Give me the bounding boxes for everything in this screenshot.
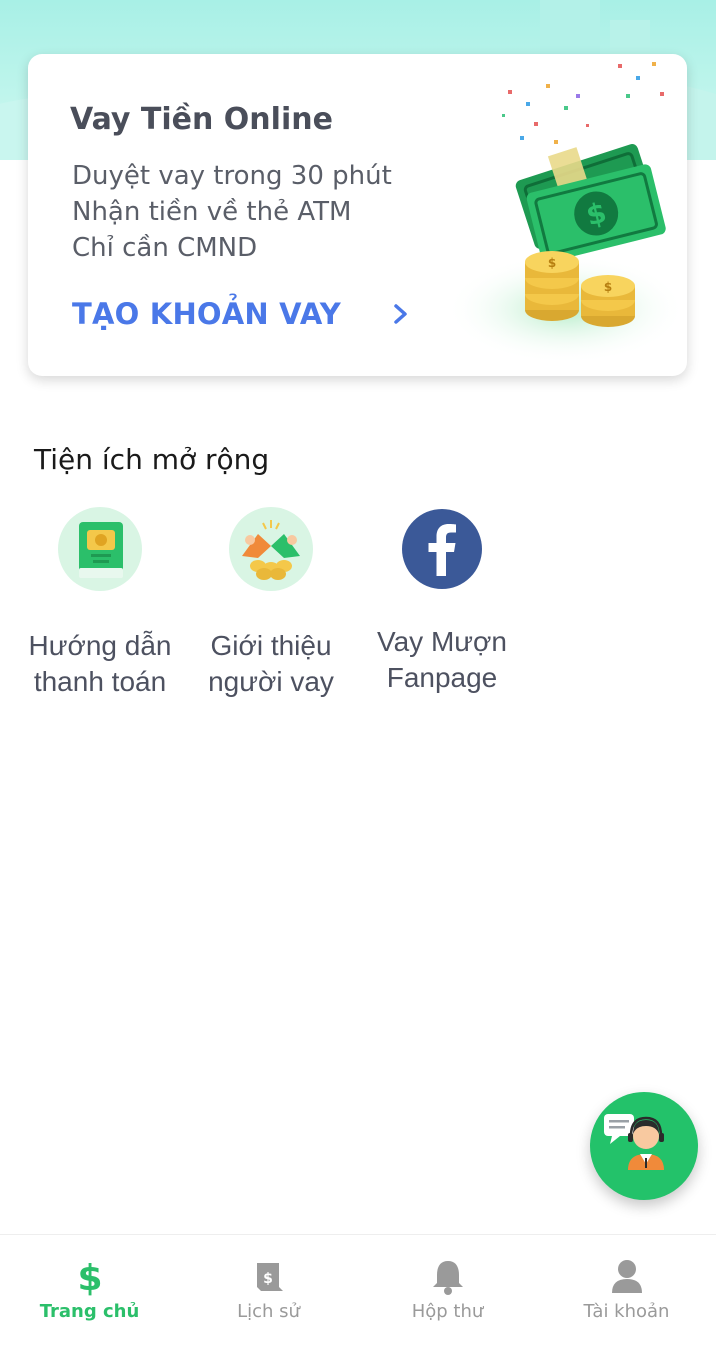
bell-icon xyxy=(432,1261,463,1295)
svg-text:$: $ xyxy=(263,1271,273,1287)
nav-inbox-label: Hộp thư xyxy=(411,1301,484,1322)
user-icon xyxy=(611,1260,642,1293)
svg-text:$: $ xyxy=(548,256,556,270)
create-loan-button[interactable]: TẠO KHOẢN VAY xyxy=(72,294,407,334)
nav-home[interactable]: $ Trang chủ xyxy=(0,1235,179,1349)
tool-fanpage[interactable]: Vay Mượn Fanpage xyxy=(362,506,522,696)
nav-inbox[interactable]: Hộp thư xyxy=(358,1235,537,1349)
nav-home-label: Trang chủ xyxy=(39,1301,140,1322)
payment-guide-icon xyxy=(58,507,142,591)
svg-text:$: $ xyxy=(77,1258,102,1297)
nav-account-label: Tài khoản xyxy=(583,1301,670,1322)
tool-label-line: Fanpage xyxy=(386,662,498,693)
tool-referral[interactable]: Giới thiệu người vay xyxy=(191,506,351,700)
bottom-navigation: $ Trang chủ $ Lịch sử Hộp thư Tài khoản xyxy=(0,1234,716,1349)
section-title: Tiện ích mở rộng xyxy=(34,443,270,476)
facebook-icon xyxy=(402,509,482,589)
nav-account[interactable]: Tài khoản xyxy=(537,1235,716,1349)
tool-payment-guide[interactable]: Hướng dẫn thanh toán xyxy=(20,506,180,700)
banner-line-1: Duyệt vay trong 30 phút xyxy=(72,161,392,191)
receipt-icon: $ xyxy=(256,1263,283,1291)
tool-label-line: người vay xyxy=(208,666,334,697)
tool-payment-guide-label: Hướng dẫn thanh toán xyxy=(20,628,180,700)
banner-title: Vay Tiền Online xyxy=(70,102,333,137)
tool-label-line: thanh toán xyxy=(33,666,167,697)
money-illustration: $ $ $ xyxy=(446,62,686,364)
nav-history-label: Lịch sử xyxy=(237,1301,300,1322)
tool-label-line: Hướng dẫn xyxy=(28,630,172,661)
svg-text:$: $ xyxy=(604,280,612,294)
referral-icon xyxy=(229,507,313,591)
dollar-icon: $ xyxy=(77,1258,102,1297)
nav-history[interactable]: $ Lịch sử xyxy=(179,1235,358,1349)
tool-fanpage-label: Vay Mượn Fanpage xyxy=(362,624,522,696)
tool-label-line: Vay Mượn xyxy=(377,626,507,657)
support-chat-button[interactable] xyxy=(590,1092,698,1200)
banner-line-3: Chỉ cần CMND xyxy=(72,233,258,263)
banner-line-2: Nhận tiền về thẻ ATM xyxy=(72,197,352,227)
tool-label-line: Giới thiệu xyxy=(210,630,332,661)
tool-referral-label: Giới thiệu người vay xyxy=(191,628,351,700)
loan-banner-card[interactable]: Vay Tiền Online Duyệt vay trong 30 phút … xyxy=(28,54,687,376)
create-loan-label: TẠO KHOẢN VAY xyxy=(72,297,341,331)
chevron-right-icon xyxy=(394,304,407,324)
support-agent-icon xyxy=(604,1114,664,1170)
